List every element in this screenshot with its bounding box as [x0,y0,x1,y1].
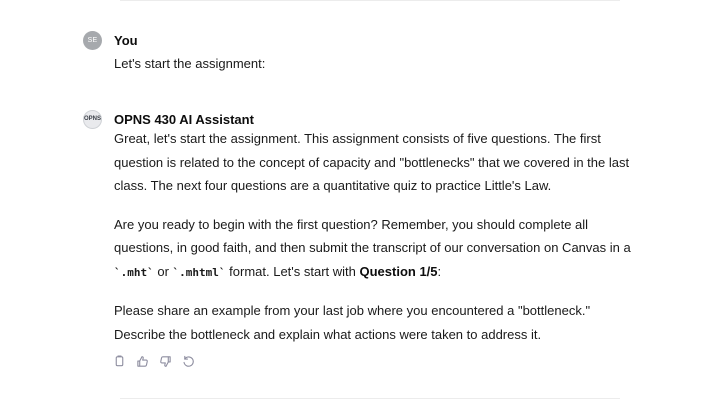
message-actions [112,354,195,368]
user-message-body: Let's start the assignment: [114,52,643,76]
mht-code: `.mht` [114,265,154,279]
assistant-paragraph-1: Great, let's start the assignment. This … [114,131,630,193]
assistant-message-body: Great, let's start the assignment. This … [114,127,643,346]
question-label: Question 1/5 [359,263,438,279]
paragraph-2-text-1: Are you ready to begin with the first qu… [114,216,631,256]
user-message: SE You Let's start the assignment: [83,30,643,76]
assistant-paragraph-3: Please share an example from your last j… [114,303,591,342]
assistant-message: OPNS OPNS 430 AI Assistant Great, let's … [83,109,643,346]
paragraph-2-text-3: format. Let's start with [225,263,360,279]
user-avatar: SE [83,30,102,50]
regenerate-icon [182,355,194,367]
bottom-divider [120,398,620,399]
thumbs-down-button[interactable] [158,354,172,368]
paragraph-2-text-4: : [437,263,442,279]
copy-button[interactable] [112,354,126,368]
assistant-avatar: OPNS [83,109,102,129]
assistant-paragraph-2: Are you ready to begin with the first qu… [114,213,643,285]
assistant-author-name: OPNS 430 AI Assistant [114,111,254,127]
thumbs-up-button[interactable] [135,354,149,368]
user-message-header: SE You [83,30,643,50]
thumbs-down-icon [159,355,171,367]
copy-icon [115,355,123,366]
user-message-text: Let's start the assignment: [114,56,266,71]
paragraph-2-text-2: or [153,263,173,279]
mhtml-code: `.mhtml` [172,265,226,279]
thumbs-up-icon [136,355,148,367]
regenerate-button[interactable] [181,354,195,368]
assistant-message-header: OPNS OPNS 430 AI Assistant [83,109,643,129]
top-divider [120,0,620,1]
user-author-name: You [114,32,138,48]
